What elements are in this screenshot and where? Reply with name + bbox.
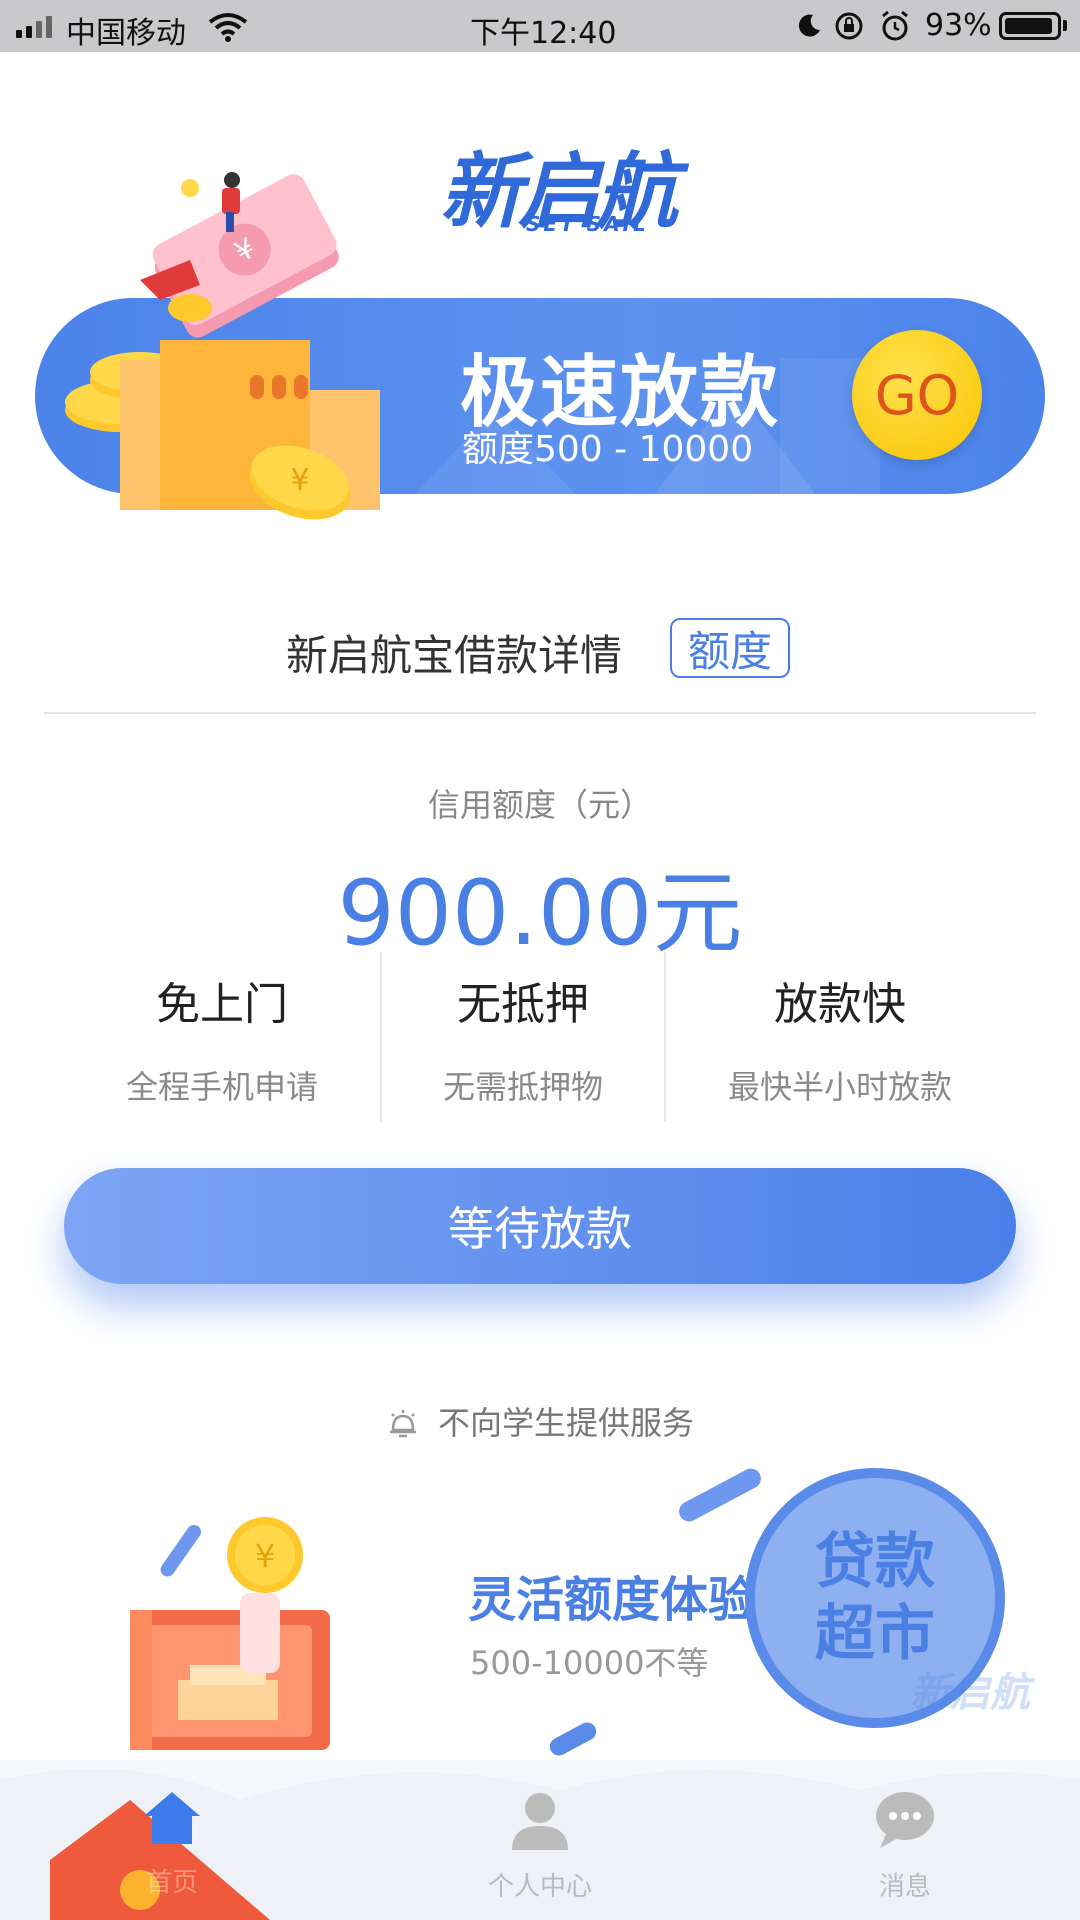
signal-icon: [16, 16, 58, 38]
credit-label: 信用额度（元）: [427, 786, 652, 824]
student-notice: 不向学生提供服务: [0, 1398, 1080, 1444]
home-icon: [144, 1792, 200, 1844]
promo-subtitle: 500-10000不等: [470, 1644, 709, 1682]
await-loan-button[interactable]: 等待放款: [64, 1168, 1016, 1284]
credit-amount: 900.00元: [337, 861, 743, 966]
banner-subtitle: 额度500 - 10000: [462, 429, 754, 470]
moon-icon: [798, 14, 820, 37]
money-stack-illustration: ¥ ¥: [65, 172, 380, 520]
alarm-icon: [882, 10, 908, 41]
svg-text:¥: ¥: [255, 1537, 275, 1575]
message-icon: [876, 1792, 934, 1848]
status-time: 下午12:40: [470, 16, 617, 51]
battery-cap: [1063, 20, 1067, 31]
safe-illustration: ¥: [130, 1517, 330, 1750]
notice-text: 不向学生提供服务: [437, 1404, 694, 1442]
battery-icon: [999, 12, 1061, 40]
feature-title-3: 放款快: [774, 979, 906, 1030]
tab-messages[interactable]: 消息: [805, 1790, 1005, 1903]
app-logo-subtitle: SET SAIL: [526, 212, 649, 236]
promo-title: 灵活额度体验: [468, 1572, 757, 1628]
tab-label: 消息: [878, 1872, 931, 1902]
divider: [44, 712, 1036, 714]
feature-desc-1: 全程手机申请: [125, 1068, 318, 1106]
battery-level: [1005, 18, 1052, 34]
svg-text:¥: ¥: [290, 463, 309, 498]
feature-divider: [664, 952, 666, 1122]
loan-market-label: 贷款: [815, 1527, 935, 1597]
feature-title-1: 免上门: [156, 979, 288, 1030]
watermark-logo: 新启航: [910, 1670, 1030, 1716]
tab-home[interactable]: 首页: [72, 1790, 272, 1899]
tab-profile[interactable]: 个人中心: [440, 1790, 640, 1903]
battery-percent: 93%: [925, 8, 992, 43]
rotation-lock-icon: [835, 12, 863, 40]
tab-label: 首页: [145, 1868, 198, 1898]
feature-desc-3: 最快半小时放款: [727, 1068, 952, 1106]
section-title: 新启航宝借款详情: [286, 631, 623, 680]
person-icon: [512, 1793, 568, 1850]
feature-desc-2: 无需抵押物: [442, 1068, 603, 1106]
carrier-name: 中国移动: [66, 16, 186, 51]
quota-tag[interactable]: 额度: [670, 618, 790, 678]
wifi-icon: [208, 13, 248, 42]
tab-label: 个人中心: [487, 1872, 592, 1902]
go-button[interactable]: GO: [852, 330, 982, 460]
bell-icon: [389, 1410, 416, 1438]
feature-title-2: 无抵押: [457, 979, 589, 1030]
